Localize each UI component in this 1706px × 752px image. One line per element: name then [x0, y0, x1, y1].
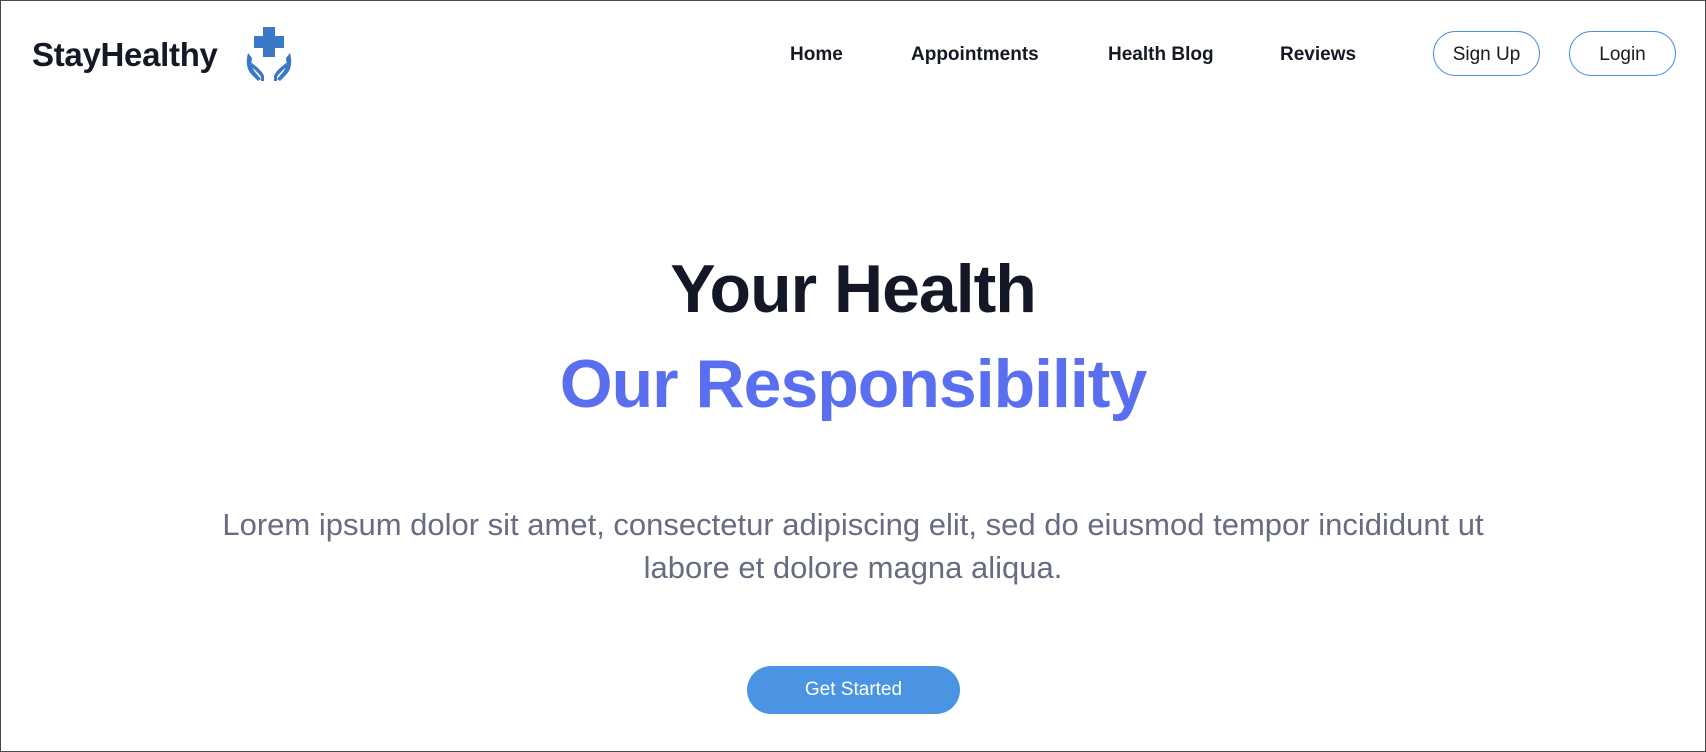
nav-link-health-blog[interactable]: Health Blog [1108, 41, 1214, 69]
hero-title-line2: Our Responsibility [559, 346, 1148, 422]
nav-link-reviews[interactable]: Reviews [1280, 41, 1356, 69]
signup-button[interactable]: Sign Up [1433, 31, 1540, 76]
hero-title-line1: Your Health [670, 251, 1037, 327]
hero-description: Lorem ipsum dolor sit amet, consectetur … [222, 507, 1484, 585]
nav-link-home[interactable]: Home [790, 41, 843, 69]
login-button[interactable]: Login [1569, 31, 1676, 76]
navbar: StayHealthy Home Appointments Health Blo… [1, 1, 1705, 109]
get-started-button[interactable]: Get Started [747, 666, 960, 714]
nav-link-appointments[interactable]: Appointments [911, 41, 1039, 69]
page-frame: StayHealthy Home Appointments Health Blo… [0, 0, 1706, 752]
